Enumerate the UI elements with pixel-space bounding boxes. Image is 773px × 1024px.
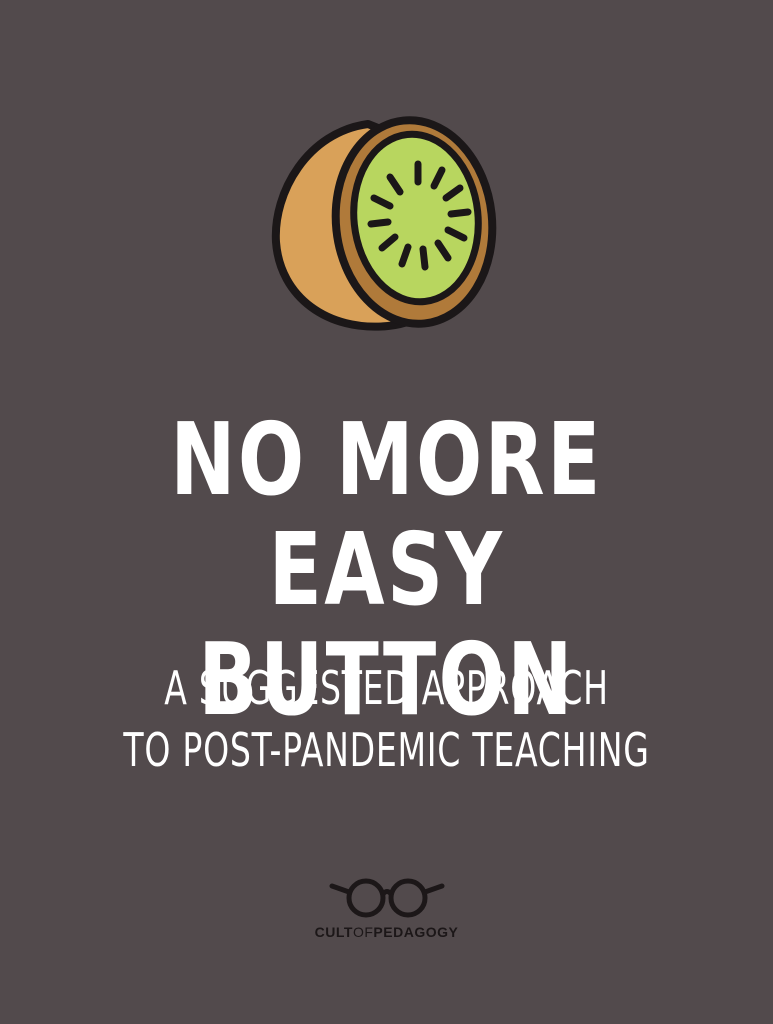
- logo-word-cult: CULT: [314, 924, 353, 940]
- kiwi-icon: [271, 116, 497, 331]
- glasses-icon: [329, 878, 444, 918]
- cult-of-pedagogy-logo: CULTOFPEDAGOGY: [0, 872, 773, 940]
- title-line-1: NO MORE: [170, 401, 603, 518]
- subtitle-line-1: A SUGGESTED APPROACH: [164, 661, 609, 715]
- logo-wordmark: CULTOFPEDAGOGY: [0, 924, 773, 940]
- logo-word-pedagogy: PEDAGOGY: [373, 924, 459, 940]
- logo-word-of: OF: [352, 924, 374, 940]
- subtitle-line-2: TO POST-PANDEMIC TEACHING: [123, 723, 650, 777]
